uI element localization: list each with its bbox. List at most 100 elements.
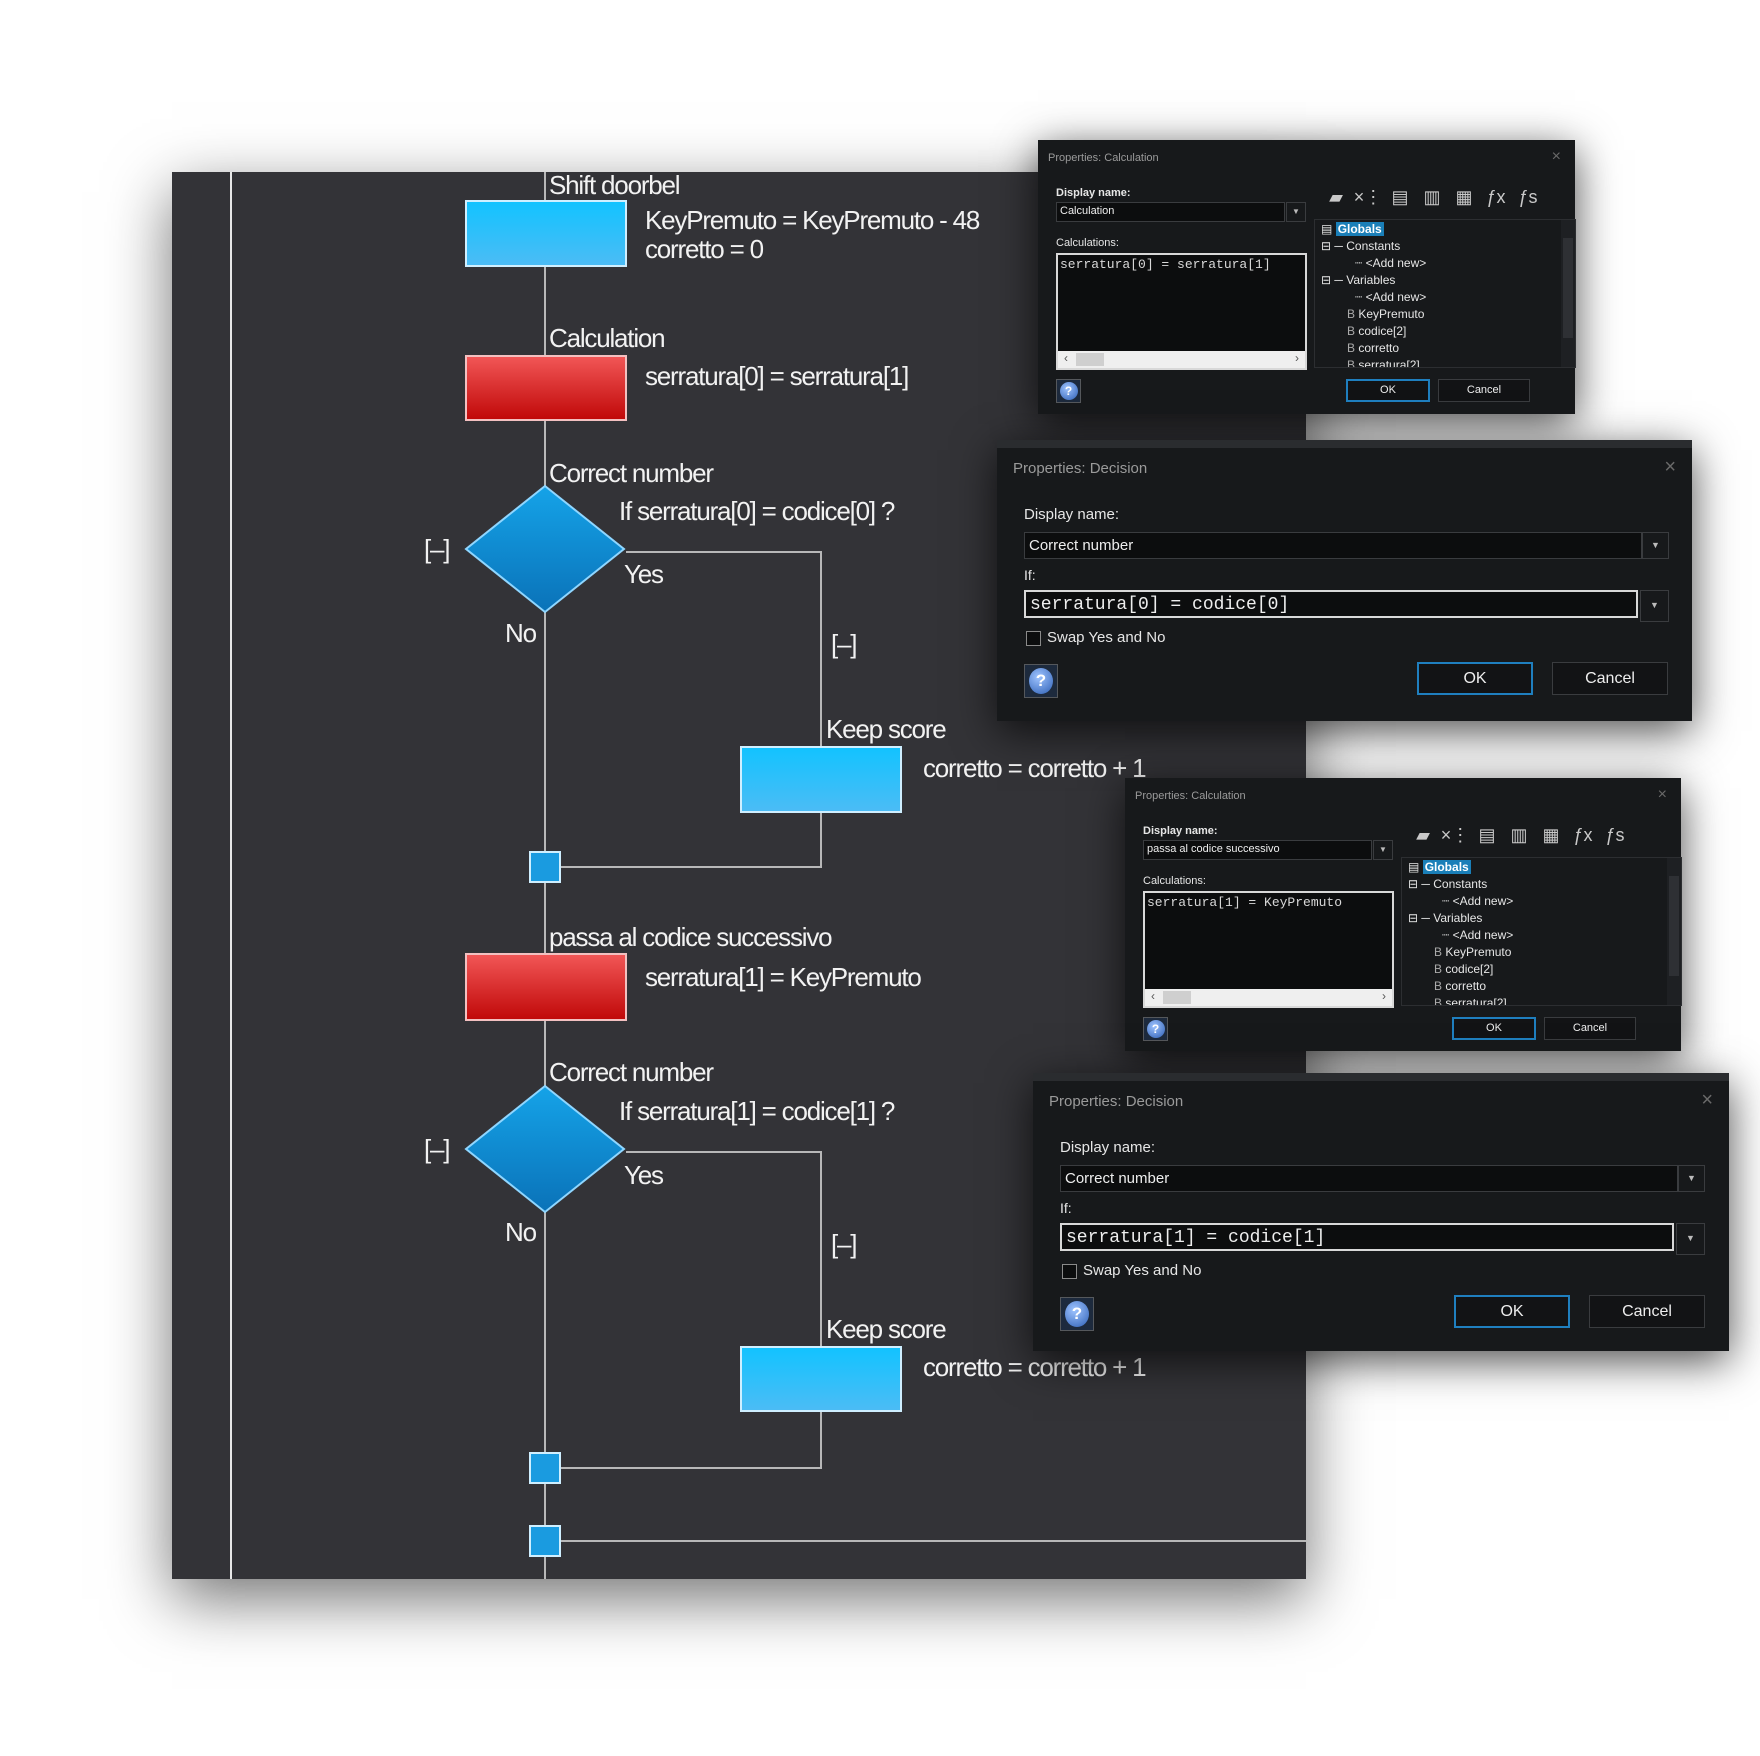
input-icon[interactable]: ▰ bbox=[1407, 825, 1439, 846]
column-icon[interactable]: ▥ bbox=[1503, 825, 1535, 846]
collapse-icon[interactable]: ⊟ bbox=[1408, 877, 1418, 891]
branch-collapse-toggle[interactable]: [–] bbox=[831, 631, 858, 657]
ok-button[interactable]: OK bbox=[1452, 1017, 1536, 1040]
tree-add-new-variable[interactable]: ┈ <Add new> bbox=[1442, 928, 1513, 942]
close-icon[interactable]: × bbox=[1664, 456, 1676, 479]
tree-root-globals[interactable]: ▤ Globals bbox=[1408, 860, 1471, 874]
close-icon[interactable]: × bbox=[1658, 786, 1667, 804]
decision-diamond-1[interactable] bbox=[464, 484, 626, 614]
display-name-field[interactable]: Correct number bbox=[1060, 1165, 1678, 1192]
tree-variable[interactable]: B corretto bbox=[1347, 341, 1399, 355]
junction-2[interactable] bbox=[529, 1452, 561, 1484]
string-function-icon[interactable]: ƒs bbox=[1599, 825, 1631, 846]
tree-root-globals[interactable]: ▤ Globals bbox=[1321, 222, 1384, 236]
function-icon[interactable]: ƒx bbox=[1567, 825, 1599, 846]
function-icon[interactable]: ƒx bbox=[1480, 187, 1512, 208]
chevron-down-icon[interactable]: ▼ bbox=[1286, 202, 1306, 222]
tree-node-variables[interactable]: ⊟ ─ Variables bbox=[1321, 273, 1395, 287]
swap-yes-no-checkbox[interactable] bbox=[1062, 1264, 1077, 1279]
tree-variable[interactable]: B serratura[2] bbox=[1347, 358, 1420, 367]
tree-add-new-constant[interactable]: ┈ <Add new> bbox=[1442, 894, 1513, 908]
display-name-field[interactable]: passa al codice successivo bbox=[1143, 840, 1372, 860]
calc-box-keep-score-2[interactable] bbox=[740, 1346, 902, 1412]
collapse-icon[interactable]: ⊟ bbox=[1321, 239, 1331, 253]
node-code: KeyPremuto = KeyPremuto - 48 bbox=[645, 205, 980, 235]
tree-variable[interactable]: B codice[2] bbox=[1434, 962, 1493, 976]
tree-variable[interactable]: B KeyPremuto bbox=[1434, 945, 1511, 959]
junction-loop[interactable] bbox=[529, 1525, 561, 1557]
scroll-thumb[interactable] bbox=[1076, 353, 1104, 366]
branch-collapse-toggle[interactable]: [–] bbox=[831, 1231, 858, 1257]
globals-tree[interactable]: ▤ Globals ⊟ ─ Constants ┈ <Add new> ⊟ ─ … bbox=[1401, 857, 1682, 1006]
scroll-thumb[interactable] bbox=[1163, 991, 1191, 1004]
row-icon[interactable]: ▦ bbox=[1535, 825, 1567, 846]
calc-box-calculation[interactable] bbox=[465, 355, 627, 421]
calc-box-passa[interactable] bbox=[465, 953, 627, 1021]
chevron-down-icon[interactable]: ▼ bbox=[1642, 532, 1669, 559]
vertical-scrollbar[interactable] bbox=[1561, 220, 1575, 367]
scroll-left-icon[interactable]: ‹ bbox=[1064, 351, 1068, 365]
cancel-button[interactable]: Cancel bbox=[1589, 1295, 1705, 1328]
scroll-right-icon[interactable]: › bbox=[1295, 351, 1299, 365]
matrix-icon[interactable]: ▤ bbox=[1384, 187, 1416, 208]
tree-node-constants[interactable]: ⊟ ─ Constants bbox=[1321, 239, 1400, 253]
chevron-down-icon[interactable]: ▼ bbox=[1640, 590, 1669, 622]
calculations-editor[interactable]: serratura[1] = KeyPremuto ‹ › bbox=[1143, 891, 1394, 1008]
byte-type-icon: B bbox=[1347, 324, 1356, 338]
tree-node-constants[interactable]: ⊟ ─ Constants bbox=[1408, 877, 1487, 891]
input-icon[interactable]: ▰ bbox=[1320, 187, 1352, 208]
decision-condition: If serratura[0] = codice[0] ? bbox=[619, 496, 895, 526]
chevron-down-icon[interactable]: ▼ bbox=[1373, 840, 1393, 860]
tree-variable[interactable]: B corretto bbox=[1434, 979, 1486, 993]
display-name-label: Display name: bbox=[1056, 187, 1131, 199]
node-label: Keep score bbox=[826, 714, 947, 744]
help-button[interactable]: ? bbox=[1024, 664, 1058, 698]
row-icon[interactable]: ▦ bbox=[1448, 187, 1480, 208]
collapse-icon[interactable]: ⊟ bbox=[1321, 273, 1331, 287]
close-icon[interactable]: × bbox=[1701, 1089, 1713, 1112]
calculations-editor[interactable]: serratura[0] = serratura[1] ‹ › bbox=[1056, 253, 1307, 370]
help-button[interactable]: ? bbox=[1060, 1297, 1094, 1331]
chevron-down-icon[interactable]: ▼ bbox=[1678, 1165, 1705, 1192]
cancel-button[interactable]: Cancel bbox=[1438, 379, 1530, 402]
collapse-toggle[interactable]: [–] bbox=[424, 536, 451, 562]
globals-tree[interactable]: ▤ Globals ⊟ ─ Constants ┈ <Add new> ⊟ ─ … bbox=[1314, 219, 1576, 368]
decision-diamond-2[interactable] bbox=[464, 1084, 626, 1214]
close-icon[interactable]: × bbox=[1552, 148, 1561, 166]
tree-variable[interactable]: B KeyPremuto bbox=[1347, 307, 1424, 321]
ok-button[interactable]: OK bbox=[1417, 662, 1533, 695]
string-function-icon[interactable]: ƒs bbox=[1512, 187, 1544, 208]
horizontal-scrollbar[interactable]: ‹ › bbox=[1145, 989, 1392, 1006]
vertical-scrollbar[interactable] bbox=[1667, 858, 1681, 1005]
help-button[interactable]: ? bbox=[1056, 379, 1081, 403]
chevron-down-icon[interactable]: ▼ bbox=[1676, 1223, 1705, 1255]
matrix-icon[interactable]: ▤ bbox=[1471, 825, 1503, 846]
tree-add-new-variable[interactable]: ┈ <Add new> bbox=[1355, 290, 1426, 304]
swap-yes-no-checkbox[interactable] bbox=[1026, 631, 1041, 646]
column-icon[interactable]: ▥ bbox=[1416, 187, 1448, 208]
collapse-toggle[interactable]: [–] bbox=[424, 1136, 451, 1162]
scroll-right-icon[interactable]: › bbox=[1382, 989, 1386, 1003]
tree-variable[interactable]: B serratura[2] bbox=[1434, 996, 1507, 1005]
ok-button[interactable]: OK bbox=[1454, 1295, 1570, 1328]
calc-box-keep-score-1[interactable] bbox=[740, 746, 902, 813]
cancel-button[interactable]: Cancel bbox=[1552, 662, 1668, 695]
scroll-left-icon[interactable]: ‹ bbox=[1151, 989, 1155, 1003]
tree-add-new-constant[interactable]: ┈ <Add new> bbox=[1355, 256, 1426, 270]
ok-button[interactable]: OK bbox=[1346, 379, 1430, 402]
array-icon[interactable]: ×⋮ bbox=[1439, 825, 1471, 846]
calc-box-shift-doorbel[interactable] bbox=[465, 200, 627, 267]
tree-node-variables[interactable]: ⊟ ─ Variables bbox=[1408, 911, 1482, 925]
horizontal-scrollbar[interactable]: ‹ › bbox=[1058, 351, 1305, 368]
collapse-icon[interactable]: ⊟ bbox=[1408, 911, 1418, 925]
help-button[interactable]: ? bbox=[1143, 1017, 1168, 1041]
array-icon[interactable]: ×⋮ bbox=[1352, 187, 1384, 208]
cancel-button[interactable]: Cancel bbox=[1544, 1017, 1636, 1040]
junction-1[interactable] bbox=[529, 851, 561, 883]
display-name-field[interactable]: Calculation bbox=[1056, 202, 1285, 222]
tree-variable[interactable]: B codice[2] bbox=[1347, 324, 1406, 338]
display-name-label: Display name: bbox=[1024, 506, 1120, 523]
condition-field[interactable]: serratura[0] = codice[0] bbox=[1024, 590, 1638, 618]
condition-field[interactable]: serratura[1] = codice[1] bbox=[1060, 1223, 1674, 1251]
display-name-field[interactable]: Correct number bbox=[1024, 532, 1642, 559]
